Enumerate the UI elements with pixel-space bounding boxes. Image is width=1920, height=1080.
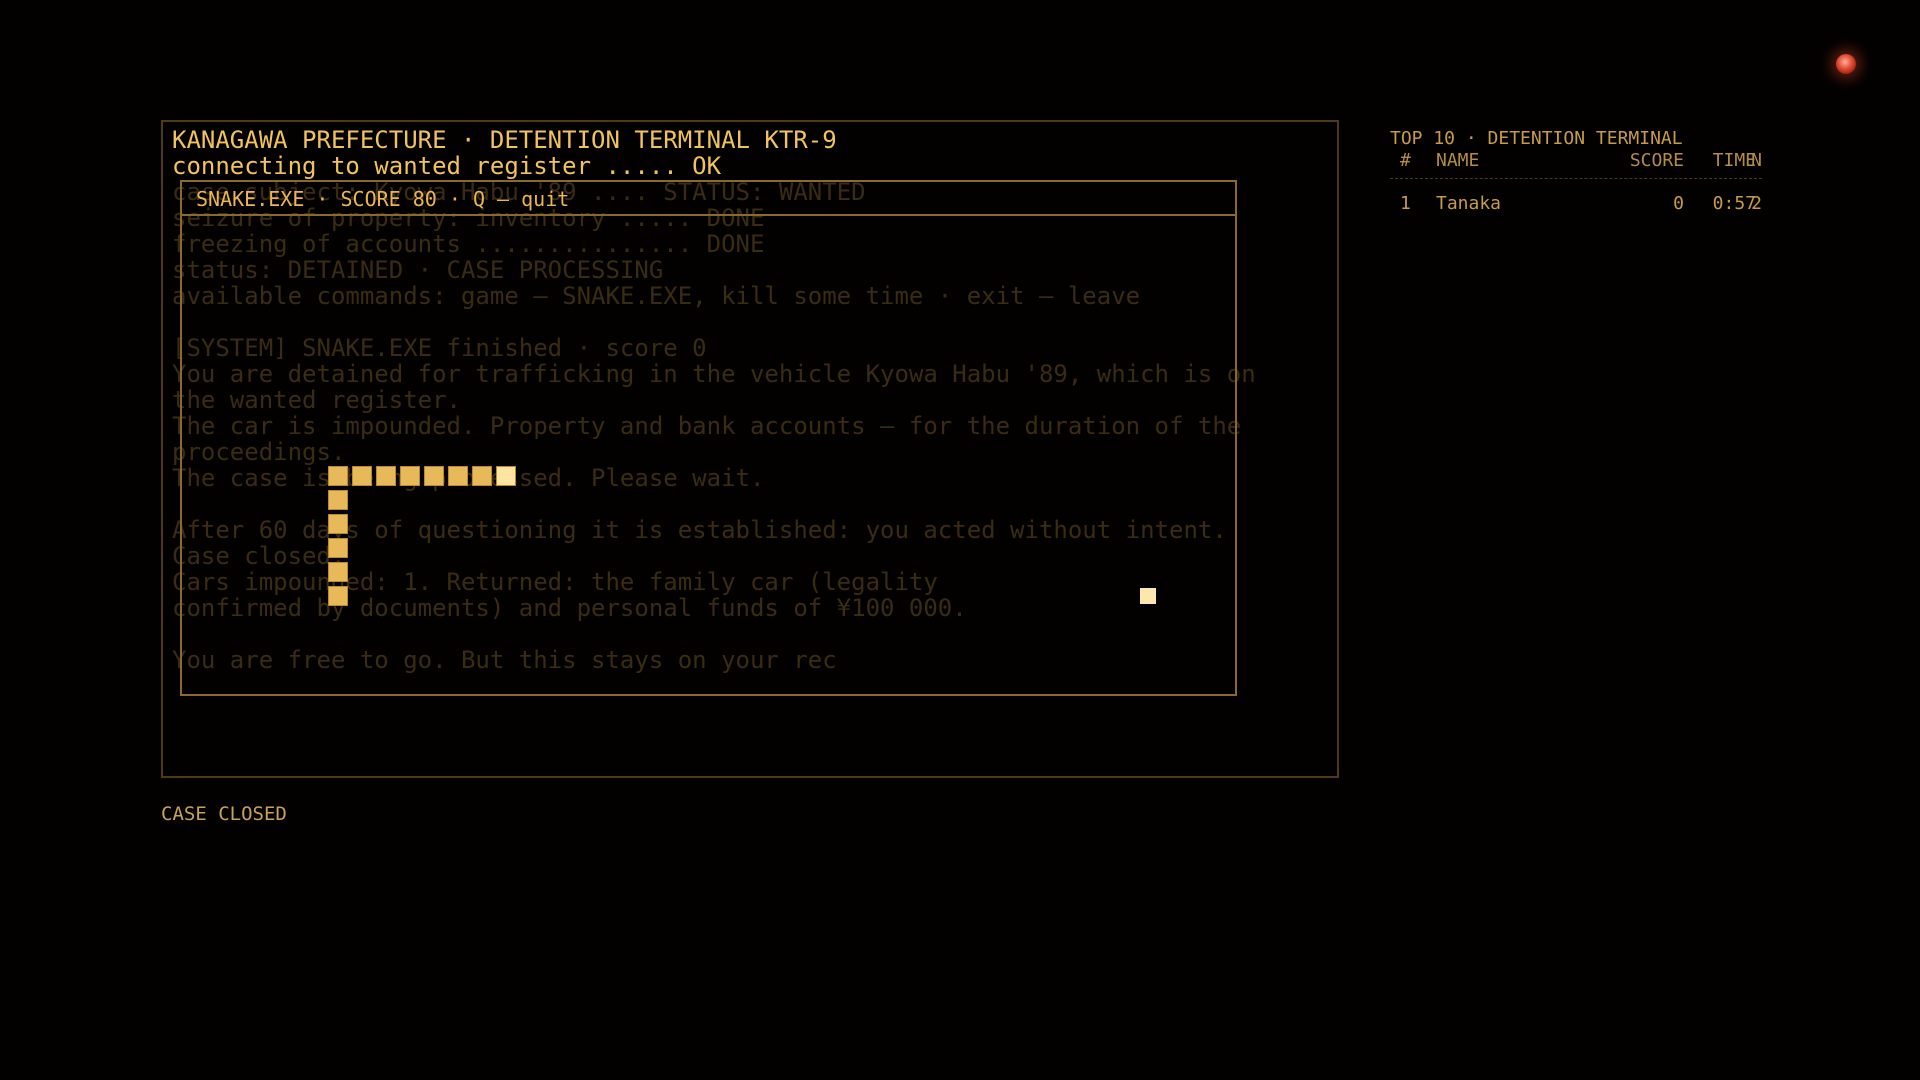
snake-segment bbox=[448, 466, 468, 486]
header-n: N bbox=[1751, 150, 1762, 171]
snake-segment bbox=[376, 466, 396, 486]
leaderboard-title: TOP 10 · DETENTION TERMINAL bbox=[1390, 128, 1683, 149]
snake-food bbox=[1140, 588, 1156, 604]
snake-segment bbox=[424, 466, 444, 486]
snake-segment bbox=[328, 466, 348, 486]
snake-segment bbox=[352, 466, 372, 486]
row-n: 2 bbox=[1751, 193, 1762, 214]
snake-game-window[interactable]: SNAKE.EXE · SCORE 80 · Q — quit bbox=[180, 180, 1237, 696]
snake-segment bbox=[328, 514, 348, 534]
snake-title: SNAKE.EXE · SCORE 80 · Q — quit bbox=[196, 187, 570, 211]
game-screen: KANAGAWA PREFECTURE · DETENTION TERMINAL… bbox=[0, 0, 1920, 1080]
snake-segment bbox=[328, 490, 348, 510]
leaderboard-row: 1 Tanaka 0 0:57 2 bbox=[1390, 193, 1762, 215]
leaderboard-panel: TOP 10 · DETENTION TERMINAL # NAME SCORE… bbox=[1390, 128, 1762, 215]
leaderboard-header-row: # NAME SCORE TIME N bbox=[1390, 150, 1762, 172]
terminal-header-line: KANAGAWA PREFECTURE · DETENTION TERMINAL… bbox=[172, 126, 837, 154]
header-name: NAME bbox=[1436, 150, 1480, 171]
snake-segment bbox=[400, 466, 420, 486]
row-rank: 1 bbox=[1400, 193, 1411, 214]
header-score: SCORE bbox=[1629, 150, 1684, 171]
snake-segment bbox=[328, 586, 348, 606]
row-name: Tanaka bbox=[1436, 193, 1502, 214]
case-status-label: CASE CLOSED bbox=[161, 803, 287, 825]
status-led-icon bbox=[1836, 54, 1856, 74]
header-rank: # bbox=[1400, 150, 1411, 171]
leaderboard-divider bbox=[1390, 178, 1762, 193]
snake-board[interactable] bbox=[182, 216, 1235, 696]
row-score: 0 bbox=[1673, 193, 1684, 214]
snake-titlebar: SNAKE.EXE · SCORE 80 · Q — quit bbox=[182, 182, 1235, 216]
snake-head bbox=[496, 466, 516, 486]
snake-segment bbox=[328, 538, 348, 558]
snake-segment bbox=[472, 466, 492, 486]
terminal-connection-line: connecting to wanted register ..... OK bbox=[172, 152, 722, 180]
snake-segment bbox=[328, 562, 348, 582]
